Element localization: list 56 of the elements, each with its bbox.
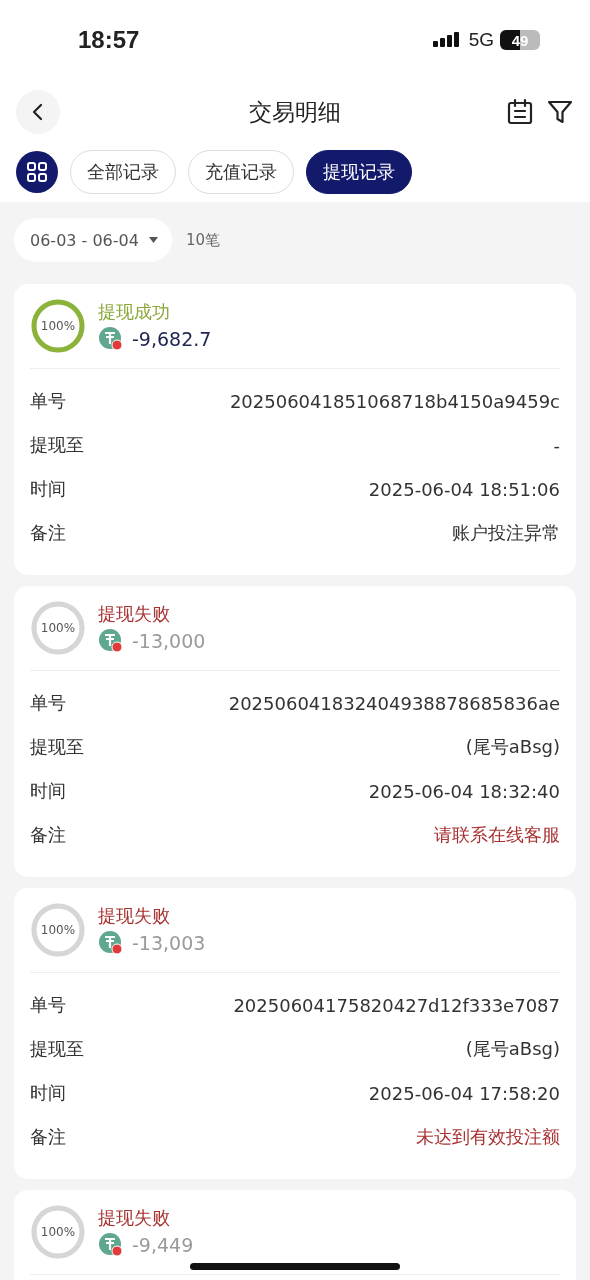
calendar-icon[interactable] — [506, 98, 534, 126]
field-label: 备注 — [30, 823, 66, 847]
coin-icon — [98, 930, 124, 956]
field-label: 提现至 — [30, 1037, 84, 1061]
field-value: 20250604175820427d12f333e7087 — [233, 994, 560, 1016]
field-value: (尾号aBsg) — [465, 735, 560, 759]
field-value: 2025-06-04 17:58:20 — [368, 1082, 560, 1104]
status-label: 提现失败 — [98, 602, 171, 626]
field-label: 备注 — [30, 1125, 66, 1149]
field-value: 未达到有效投注额 — [416, 1125, 560, 1149]
network-label: 5G — [468, 29, 494, 51]
amount: -13,003 — [132, 932, 206, 954]
filter-tab[interactable]: 全部记录 — [70, 150, 176, 194]
back-button[interactable] — [16, 90, 60, 134]
coin-icon — [98, 628, 124, 654]
field-label: 提现至 — [30, 433, 84, 457]
amount: -9,682.7 — [132, 328, 212, 350]
field-label: 单号 — [30, 389, 66, 413]
field-label: 时间 — [30, 477, 66, 501]
filter-tab[interactable]: 提现记录 — [306, 150, 412, 194]
record-count: 10笔 — [185, 230, 221, 250]
field-value: - — [553, 434, 560, 456]
field-value: 2025-06-04 18:51:06 — [368, 478, 560, 500]
progress-ring: 100% — [30, 902, 86, 958]
amount: -9,449 — [132, 1234, 194, 1256]
filter-tab[interactable]: 充值记录 — [188, 150, 294, 194]
grid-menu-button[interactable] — [16, 151, 58, 193]
coin-icon — [98, 326, 124, 352]
amount: -13,000 — [132, 630, 206, 652]
date-range-dropdown[interactable]: 06-03 - 06-04 — [14, 218, 172, 262]
progress-ring: 100% — [30, 1204, 86, 1260]
battery-icon: 49 — [500, 30, 540, 50]
field-label: 时间 — [30, 1081, 66, 1105]
field-value: 请联系在线客服 — [434, 823, 560, 847]
field-label: 单号 — [30, 993, 66, 1017]
field-label: 时间 — [30, 779, 66, 803]
status-label: 提现成功 — [98, 300, 171, 324]
chevron-left-icon — [31, 103, 45, 121]
field-label: 提现至 — [30, 735, 84, 759]
field-value: 2025-06-04 18:32:40 — [368, 780, 560, 802]
field-value: (尾号aBsg) — [465, 1037, 560, 1061]
coin-icon — [98, 1232, 124, 1258]
caret-icon — [148, 237, 158, 243]
field-value: 账户投注异常 — [452, 521, 560, 545]
field-value: 202506041851068718b4150a9459c — [229, 390, 560, 412]
grid-icon — [26, 161, 48, 183]
status-label: 提现失败 — [98, 904, 171, 928]
page-title: 交易明细 — [249, 97, 341, 127]
progress-ring: 100% — [30, 298, 86, 354]
status-time: 18:57 — [78, 26, 140, 54]
field-label: 备注 — [30, 521, 66, 545]
field-label: 单号 — [30, 691, 66, 715]
status-label: 提现失败 — [98, 1206, 171, 1230]
progress-ring: 100% — [30, 600, 86, 656]
field-value: 202506041832404938878685836ae — [228, 692, 560, 714]
filter-icon[interactable] — [546, 98, 574, 126]
